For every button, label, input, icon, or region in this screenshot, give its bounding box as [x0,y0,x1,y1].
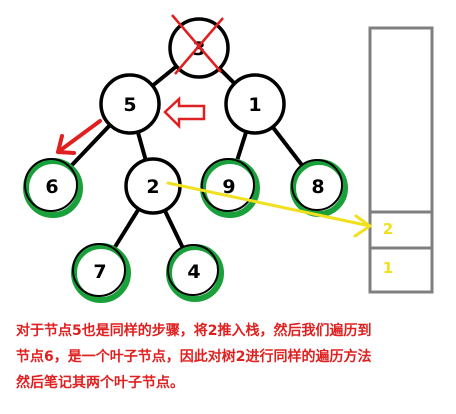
current-node-pointer-arrow [163,96,206,130]
node-6: 6 [23,158,83,218]
node-4: 4 [166,244,224,302]
node-label: 2 [146,176,159,198]
node-label: 5 [123,94,136,116]
node-5: 5 [99,73,161,135]
traverse-to-6-arrow [56,119,102,155]
stack: 21 [368,26,434,294]
node-label: 7 [93,261,106,283]
node-8: 8 [290,159,348,217]
node-2: 2 [124,157,182,215]
node-label: 1 [248,94,261,116]
node-label: 4 [187,261,200,283]
stack-slot-label: 2 [383,220,393,238]
node-label: 6 [45,176,58,198]
node-1: 1 [224,73,286,135]
node-label: 8 [311,176,324,198]
node-3: 3 [168,14,230,79]
stack-slot-label: 1 [383,259,393,277]
tree-edges [50,46,320,273]
explanation-caption: 对于节点5也是同样的步骤，将2推入栈，然后我们遍历到 节点6，是一个叶子节点，因… [16,323,372,391]
stack-frame [368,26,434,294]
node-9: 9 [200,158,260,218]
node-7: 7 [71,243,131,303]
